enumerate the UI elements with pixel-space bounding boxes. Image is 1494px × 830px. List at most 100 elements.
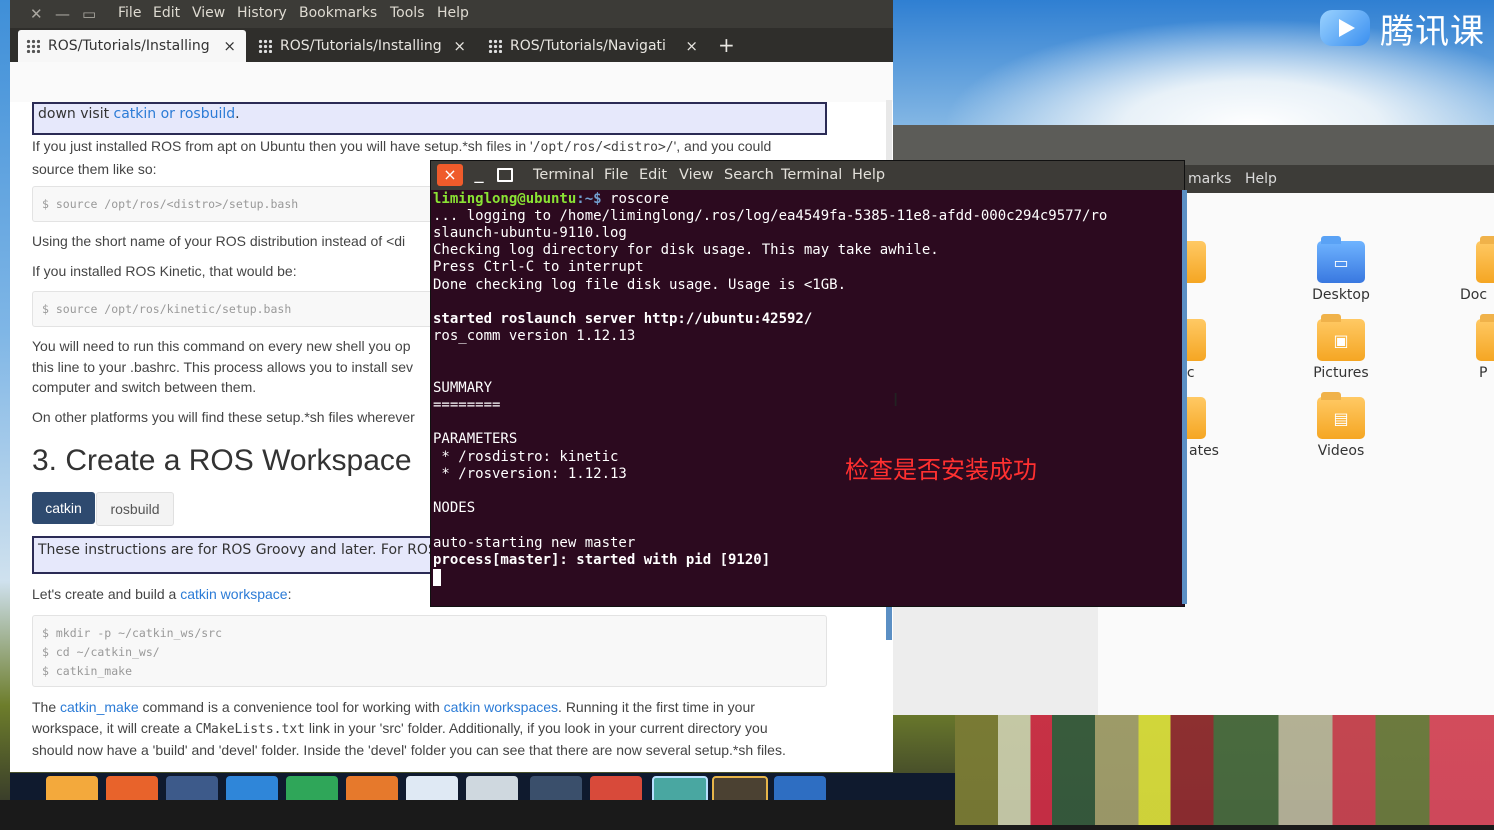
public-folder-icon[interactable] xyxy=(1476,314,1494,361)
desktop-folder-icon[interactable]: ▭ xyxy=(1317,236,1365,283)
calc-app-icon[interactable] xyxy=(286,776,338,800)
impress-app-icon[interactable] xyxy=(346,776,398,800)
note-text: . xyxy=(235,106,240,122)
code-line: $ source /opt/ros/<distro>/setup.bash xyxy=(42,197,299,211)
tab-label: ROS/Tutorials/Installing xyxy=(280,38,442,54)
settings-app-icon[interactable] xyxy=(590,776,642,800)
terminal-line: * /rosdistro: kinetic xyxy=(433,449,619,465)
catkin-workspaces-link[interactable]: catkin workspaces xyxy=(444,699,558,715)
terminal-line: Press Ctrl-C to interrupt xyxy=(433,259,644,275)
menu-terminal[interactable]: Terminal xyxy=(533,167,594,183)
software-app-icon[interactable] xyxy=(166,776,218,800)
code-block-source-distro[interactable]: $ source /opt/ros/<distro>/setup.bash xyxy=(32,186,434,222)
inline-code: /opt/ros/<distro>/ xyxy=(532,140,674,155)
menu-file[interactable]: File xyxy=(118,5,141,21)
folder-label-public[interactable]: P xyxy=(1479,365,1494,381)
menu-tools[interactable]: Tools xyxy=(390,5,425,21)
menu-search[interactable]: Search xyxy=(724,167,774,183)
menu-edit[interactable]: Edit xyxy=(639,167,667,183)
tab-ros-installing-2[interactable]: ROS/Tutorials/Installing × xyxy=(250,30,476,62)
terminal-nodes-heading: NODES xyxy=(433,500,476,516)
paragraph-short-name: Using the short name of your ROS distrib… xyxy=(32,233,406,249)
file-manager-scrollbar[interactable] xyxy=(1182,190,1187,604)
menu-file[interactable]: File xyxy=(604,167,628,183)
play-icon xyxy=(1320,10,1370,46)
menu-bookmarks[interactable]: marks xyxy=(1188,171,1231,187)
tab-close-icon[interactable]: × xyxy=(223,37,236,55)
text: If you just installed ROS from apt on Ub… xyxy=(32,138,533,154)
tab-close-icon[interactable]: × xyxy=(453,37,466,55)
paragraph-catkin-make: The catkin_make command is a convenience… xyxy=(32,697,882,761)
files-app-icon[interactable] xyxy=(46,776,98,800)
page-scrollbar-thumb[interactable] xyxy=(886,600,892,640)
minimize-icon[interactable]: _ xyxy=(469,163,489,185)
terminal-window[interactable]: × _ Terminal File Edit View Search Termi… xyxy=(431,161,1184,606)
inline-code: CMakeLists.txt xyxy=(195,721,305,737)
note-box-catkin: down visit catkin or rosbuild. xyxy=(32,102,827,135)
terminal-app-icon[interactable] xyxy=(530,776,582,800)
paragraph-new-shell: You will need to run this command on eve… xyxy=(32,336,432,398)
folder-label-pictures[interactable]: Pictures xyxy=(1281,365,1401,381)
menu-help[interactable]: Help xyxy=(852,167,885,183)
videos-folder-icon[interactable]: ▤ xyxy=(1317,392,1365,439)
menu-view[interactable]: View xyxy=(192,5,225,21)
firefox-app-icon[interactable] xyxy=(106,776,158,800)
menu-view[interactable]: View xyxy=(679,167,713,183)
folder-label-desktop[interactable]: Desktop xyxy=(1281,287,1401,303)
text: . Running it the first time in your xyxy=(558,699,755,715)
maximize-icon[interactable] xyxy=(497,168,513,182)
folder-label-templates[interactable]: ates xyxy=(1189,443,1239,459)
folder-label-videos[interactable]: Videos xyxy=(1281,443,1401,459)
menu-terminal-2[interactable]: Terminal xyxy=(781,167,842,183)
terminal-line: ... logging to /home/liminglong/.ros/log… xyxy=(433,208,1108,224)
terminal-titlebar[interactable]: × _ Terminal File Edit View Search Termi… xyxy=(431,161,1184,190)
pixelated-region xyxy=(955,715,1494,825)
help-app-icon[interactable] xyxy=(466,776,518,800)
section-heading-create-workspace: 3. Create a ROS Workspace xyxy=(32,444,412,477)
file-manager-titlebar[interactable] xyxy=(893,125,1494,165)
catkin-make-link[interactable]: catkin_make xyxy=(60,699,139,715)
catkin-workspace-link[interactable]: catkin workspace xyxy=(180,586,287,602)
tab-ros-navigating[interactable]: ROS/Tutorials/Navigati × xyxy=(480,30,708,62)
menu-help[interactable]: Help xyxy=(1245,171,1277,187)
menu-help[interactable]: Help xyxy=(437,5,469,21)
terminal-line: Checking log directory for disk usage. T… xyxy=(433,242,939,258)
catkin-or-rosbuild-link[interactable]: catkin or rosbuild xyxy=(114,106,236,122)
close-icon[interactable]: × xyxy=(437,164,463,186)
tab-label: ROS/Tutorials/Navigati xyxy=(510,38,666,54)
folder-label-documents[interactable]: Doc xyxy=(1460,287,1494,303)
workspace-app-icon[interactable] xyxy=(774,776,826,800)
code-block-source-kinetic[interactable]: $ source /opt/ros/kinetic/setup.bash xyxy=(32,291,434,327)
terminal-summary-heading: SUMMARY xyxy=(433,380,493,396)
documents-folder-icon[interactable] xyxy=(1476,236,1494,283)
terminal-line-process: process[master]: started with pid [9120] xyxy=(433,552,771,568)
menu-history[interactable]: History xyxy=(237,5,287,21)
writer-app-icon[interactable] xyxy=(226,776,278,800)
menu-edit[interactable]: Edit xyxy=(153,5,180,21)
terminal-output[interactable]: liminglong@ubuntu:~$ roscore ... logging… xyxy=(433,191,1182,603)
terminal-cursor xyxy=(433,569,441,586)
menu-bookmarks[interactable]: Bookmarks xyxy=(299,5,377,21)
text: The xyxy=(32,699,61,715)
minimize-icon[interactable]: — xyxy=(55,5,70,23)
terminal-parameters-heading: PARAMETERS xyxy=(433,431,518,447)
text: command is a convenience tool for workin… xyxy=(138,699,444,715)
video-annotation-text: 检查是否安装成功 xyxy=(845,456,1037,484)
tab-ros-installing-1[interactable]: ROS/Tutorials/Installing × xyxy=(18,30,246,62)
close-icon[interactable]: ✕ xyxy=(30,5,43,23)
text: should now have a 'build' and 'devel' fo… xyxy=(32,742,786,758)
text: link in your 'src' folder. Additionally,… xyxy=(304,719,768,736)
folder-label-music[interactable]: ic xyxy=(1183,365,1223,381)
maximize-icon[interactable]: ▭ xyxy=(82,5,96,23)
code-block-mkdir[interactable]: $ mkdir -p ~/catkin_ws/src $ cd ~/catkin… xyxy=(32,615,827,687)
terminal-line-started: started roslaunch server http://ubuntu:4… xyxy=(433,311,813,327)
pictures-folder-icon[interactable]: ▣ xyxy=(1317,314,1365,361)
tab-rosbuild[interactable]: rosbuild xyxy=(96,492,174,526)
terminal-line: ======== xyxy=(433,397,501,413)
tab-close-icon[interactable]: × xyxy=(685,37,698,55)
tab-catkin[interactable]: catkin xyxy=(32,492,95,524)
note-text: down visit xyxy=(38,106,114,122)
terminal-line: ros_comm version 1.12.13 xyxy=(433,328,636,344)
new-tab-button[interactable]: + xyxy=(718,33,735,57)
store-app-icon[interactable] xyxy=(406,776,458,800)
